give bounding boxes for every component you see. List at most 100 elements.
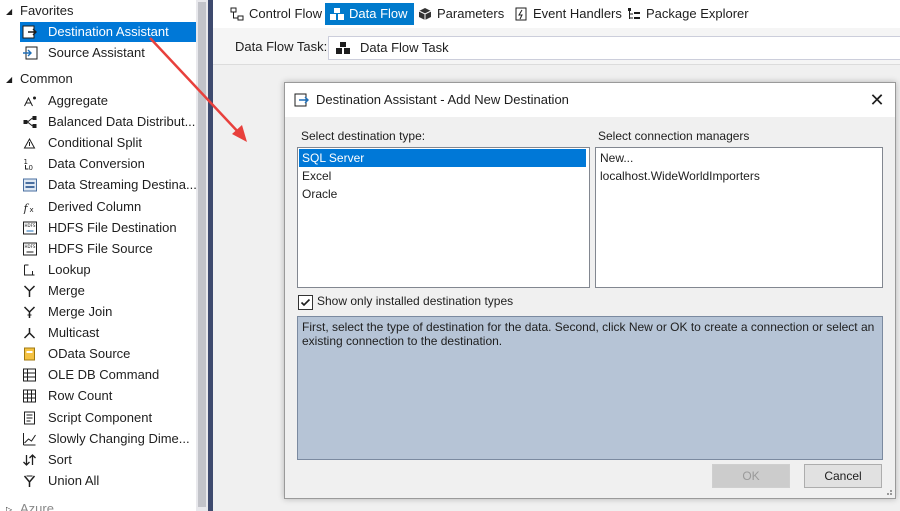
tab-control-flow[interactable]: Control Flow (225, 3, 328, 25)
show-installed-checkbox[interactable] (298, 295, 313, 310)
connection-managers-list[interactable]: New... localhost.WideWorldImporters (595, 147, 883, 288)
toolbox-item-hdfs-file-source[interactable]: HDFS HDFS File Source (20, 239, 196, 259)
show-installed-label[interactable]: Show only installed destination types (317, 294, 513, 308)
list-item-sql-server[interactable]: SQL Server (299, 149, 586, 167)
tab-data-flow[interactable]: Data Flow (325, 3, 414, 25)
package-explorer-icon (628, 8, 640, 19)
toolbox-item-script-component[interactable]: Script Component (20, 408, 196, 428)
data-flow-task-select[interactable]: Data Flow Task (328, 36, 900, 60)
toolbox-item-multicast[interactable]: Multicast (20, 323, 196, 343)
svg-text:f: f (23, 202, 30, 214)
ole-db-command-icon (23, 368, 36, 382)
tab-package-explorer[interactable]: Package Explorer (622, 3, 755, 25)
odata-source-icon (24, 347, 35, 361)
toolbox-item-label: Source Assistant (48, 45, 145, 60)
toolbox-item-label: Multicast (48, 325, 100, 341)
parameters-icon (418, 8, 432, 20)
dialog-title-bar[interactable]: Destination Assistant - Add New Destinat… (285, 83, 895, 117)
collapse-triangle-icon: ◢ (6, 7, 13, 16)
toolbox-item-destination-assistant[interactable]: Destination Assistant (20, 22, 196, 42)
data-conversion-icon: 10 (24, 158, 33, 171)
list-item-connection[interactable]: localhost.WideWorldImporters (597, 167, 879, 185)
aggregate-icon (24, 96, 36, 107)
svg-text:HDFS: HDFS (25, 223, 36, 228)
event-handlers-icon (515, 7, 527, 21)
description-text: First, select the type of destination fo… (302, 320, 875, 348)
sort-icon (23, 453, 36, 466)
toolbox-item-balanced-data-distributor[interactable]: Balanced Data Distribut... (20, 112, 196, 132)
toolbox-item-ole-db-command[interactable]: OLE DB Command (20, 365, 196, 385)
toolbox-item-merge[interactable]: Merge (20, 281, 196, 301)
description-panel: First, select the type of destination fo… (297, 316, 883, 460)
dialog-title: Destination Assistant - Add New Destinat… (316, 92, 569, 107)
data-flow-icon (330, 8, 344, 20)
toolbox-item-label: Balanced Data Distribut... (48, 114, 196, 130)
resize-grip-icon[interactable] (883, 486, 893, 496)
toolbox-item-sort[interactable]: Sort (20, 450, 196, 470)
slowly-changing-dimension-icon (23, 432, 36, 446)
data-streaming-destination-icon (23, 178, 37, 192)
list-item-excel[interactable]: Excel (299, 167, 586, 185)
tab-event-handlers[interactable]: Event Handlers (509, 3, 628, 25)
source-assistant-icon (23, 46, 38, 60)
balanced-data-distributor-icon (23, 116, 37, 129)
close-icon[interactable]: ✕ (865, 88, 889, 112)
toolbox-item-lookup[interactable]: Lookup (20, 260, 196, 280)
toolbox-item-slowly-changing-dimension[interactable]: Slowly Changing Dime... (20, 429, 196, 449)
script-component-icon (24, 411, 35, 424)
data-flow-task-label: Data Flow Task: (235, 39, 328, 54)
svg-text:0: 0 (29, 164, 33, 171)
toolbox-item-label: HDFS File Destination (48, 219, 177, 235)
data-flow-task-value: Data Flow Task (360, 40, 449, 55)
merge-icon (23, 285, 36, 297)
toolbox-item-data-conversion[interactable]: 1 0 Data Conversion (20, 154, 196, 174)
scrollbar-thumb[interactable] (198, 2, 206, 507)
toolbox-item-label: Data Streaming Destina... (48, 177, 196, 193)
connection-managers-label: Select connection managers (598, 129, 750, 143)
merge-join-icon (23, 306, 36, 318)
multicast-icon (23, 328, 36, 339)
toolbox-item-label: Lookup (48, 261, 91, 277)
toolbox-item-row-count[interactable]: Row Count (20, 386, 196, 406)
toolbox-item-hdfs-file-destination[interactable]: HDFS HDFS File Destination (20, 218, 196, 238)
tab-parameters[interactable]: Parameters (413, 3, 510, 25)
toolbox-item-label: Data Conversion (48, 156, 145, 172)
ok-button[interactable]: OK (712, 464, 790, 488)
toolbox-scrollbar[interactable] (196, 0, 208, 511)
destination-type-list[interactable]: SQL Server Excel Oracle (297, 147, 590, 288)
data-flow-task-bar: Data Flow Task: Data Flow Task (213, 28, 900, 65)
toolbox-item-aggregate[interactable]: Aggregate (20, 91, 196, 111)
destination-assistant-icon (22, 25, 37, 39)
expand-triangle-icon: ▷ (6, 505, 13, 511)
conditional-split-icon (23, 138, 36, 149)
toolbox-item-data-streaming-destination[interactable]: Data Streaming Destina... (20, 175, 196, 195)
list-item-new-connection[interactable]: New... (597, 149, 879, 167)
ssis-toolbox: ◢ Favorites Destination Assistant Source … (0, 0, 196, 511)
derived-column-icon: fx (23, 202, 34, 214)
cancel-button[interactable]: Cancel (804, 464, 882, 488)
toolbox-item-union-all[interactable]: Union All (20, 471, 196, 491)
toolbox-item-label: Merge Join (48, 304, 113, 319)
toolbox-item-source-assistant[interactable]: Source Assistant (20, 43, 196, 63)
toolbox-item-label: Derived Column (48, 198, 142, 214)
toolbox-item-label: Destination Assistant (48, 24, 169, 39)
data-flow-task-icon (336, 42, 350, 54)
destination-assistant-icon (294, 93, 309, 107)
checkmark-icon (300, 298, 311, 307)
toolbox-item-conditional-split[interactable]: Conditional Split (20, 133, 196, 153)
svg-text:1: 1 (24, 158, 28, 166)
toolbox-group-common[interactable]: ◢ Common (6, 70, 73, 88)
hdfs-file-destination-icon: HDFS (23, 221, 37, 235)
toolbox-item-label: Sort (48, 451, 72, 467)
collapse-triangle-icon: ◢ (6, 75, 13, 84)
list-item-oracle[interactable]: Oracle (299, 185, 586, 203)
toolbox-group-azure[interactable]: ▷ Azure (6, 500, 54, 511)
toolbox-item-label: HDFS File Source (48, 240, 153, 256)
toolbox-item-odata-source[interactable]: OData Source (20, 344, 196, 364)
toolbox-item-derived-column[interactable]: f x Derived Column (20, 197, 196, 217)
toolbox-item-merge-join[interactable]: Merge Join (20, 302, 196, 322)
svg-text:x: x (30, 206, 34, 214)
toolbox-group-favorites[interactable]: ◢ Favorites (6, 2, 73, 20)
svg-text:HDFS: HDFS (25, 244, 36, 249)
row-count-icon (23, 389, 36, 403)
